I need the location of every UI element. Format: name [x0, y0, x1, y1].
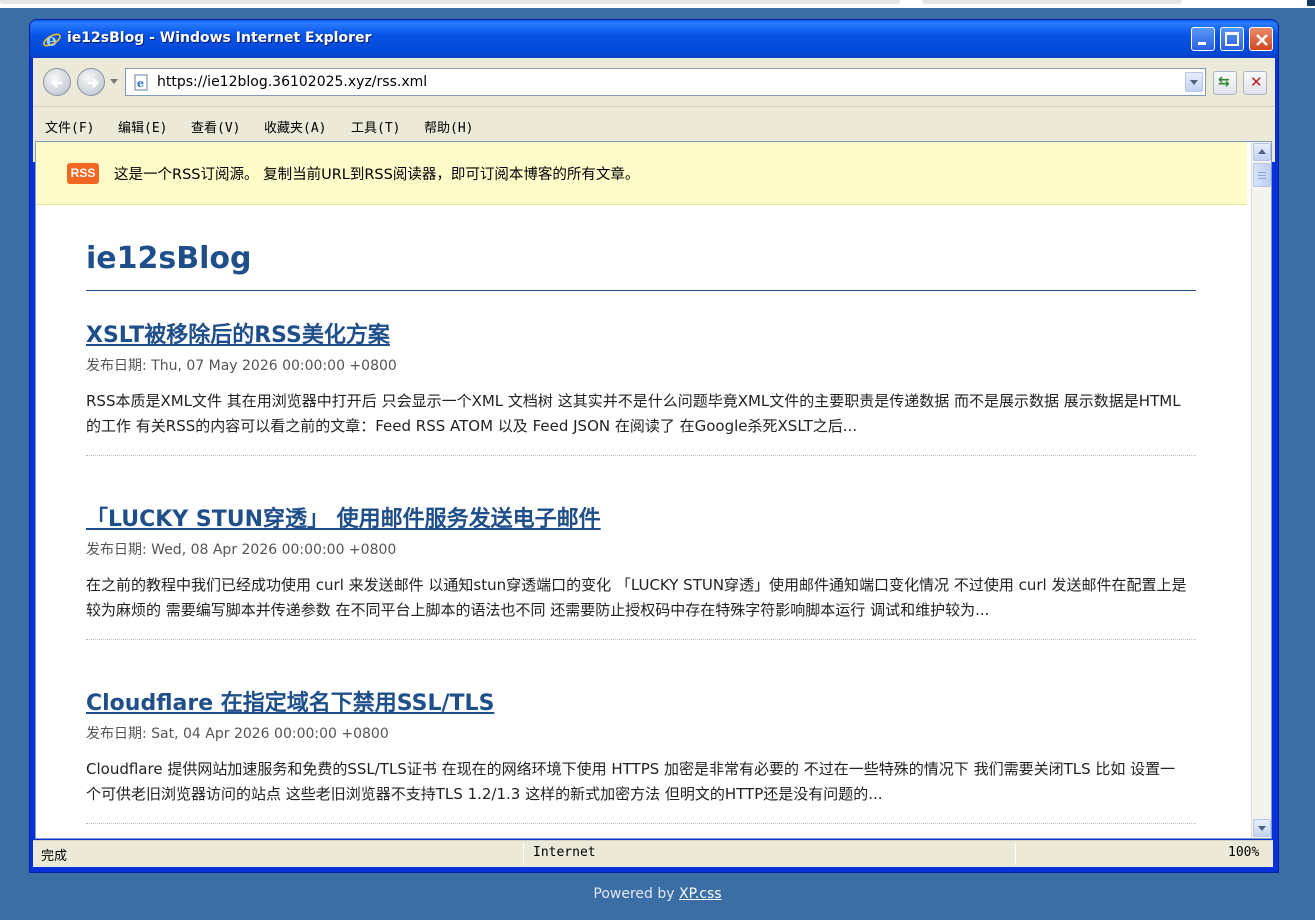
- history-dropdown-icon[interactable]: [110, 79, 118, 84]
- menu-help[interactable]: 帮助(H): [424, 117, 473, 136]
- navigation-bar: e https://ie12blog.36102025.xyz/rss.xml …: [33, 58, 1275, 107]
- post-date: 发布日期: Thu, 07 May 2026 00:00:00 +0800: [86, 358, 397, 374]
- rss-badge: RSS: [67, 163, 99, 184]
- stop-icon: ✕: [1250, 73, 1263, 91]
- close-button[interactable]: [1249, 27, 1273, 51]
- host-page-strip: [0, 0, 1315, 8]
- scroll-down-icon[interactable]: [1253, 819, 1271, 837]
- close-icon: [1256, 34, 1268, 46]
- post-divider: [86, 455, 1196, 456]
- menu-tools[interactable]: 工具(T): [351, 117, 400, 136]
- post-date: 发布日期: Sat, 04 Apr 2026 00:00:00 +0800: [86, 726, 389, 742]
- page-viewport: RSS 这是一个RSS订阅源。 复制当前URL到RSS阅读器，即可订阅本博客的所…: [35, 141, 1272, 839]
- back-button[interactable]: [43, 68, 71, 96]
- post-excerpt: Cloudflare 提供网站加速服务和免费的SSL/TLS证书 在现在的网络环…: [86, 760, 1176, 803]
- svg-text:e: e: [46, 31, 57, 50]
- post-date: 发布日期: Wed, 08 Apr 2026 00:00:00 +0800: [86, 542, 397, 558]
- post-divider: [86, 823, 1196, 824]
- title-bar[interactable]: e ie12sBlog - Windows Internet Explorer: [30, 20, 1278, 58]
- menu-edit[interactable]: 编辑(E): [118, 117, 167, 136]
- maximize-icon: [1225, 32, 1239, 46]
- menu-favorites[interactable]: 收藏夹(A): [264, 117, 326, 136]
- stop-button[interactable]: ✕: [1243, 71, 1267, 95]
- post-divider: [86, 639, 1196, 640]
- security-zone: Internet: [533, 845, 596, 860]
- status-text: 完成: [41, 849, 68, 864]
- rss-banner: RSS 这是一个RSS订阅源。 复制当前URL到RSS阅读器，即可订阅本博客的所…: [36, 142, 1247, 205]
- scroll-thumb[interactable]: [1253, 163, 1271, 187]
- page-footer: Powered by XP.css: [0, 886, 1315, 902]
- post-excerpt: RSS本质是XML文件 其在用浏览器中打开后 只会显示一个XML 文档树 这其实…: [86, 392, 1181, 435]
- host-strip-corner: [1307, 0, 1315, 6]
- host-strip-segment: [0, 0, 900, 4]
- forward-button[interactable]: [77, 68, 105, 96]
- forward-arrow-icon: [88, 78, 99, 88]
- status-bar: 完成 Internet 100%: [33, 840, 1273, 867]
- maximize-button[interactable]: [1220, 27, 1244, 51]
- post-title-link[interactable]: XSLT被移除后的RSS美化方案: [86, 317, 390, 349]
- title-divider: [86, 290, 1196, 291]
- status-divider: [523, 843, 524, 865]
- blog-title: ie12sBlog: [86, 241, 252, 276]
- menu-view[interactable]: 查看(V): [191, 117, 240, 136]
- svg-text:e: e: [137, 77, 144, 90]
- zoom-level[interactable]: 100%: [1228, 845, 1259, 860]
- address-bar[interactable]: e https://ie12blog.36102025.xyz/rss.xml: [125, 68, 1206, 96]
- post-title-link[interactable]: 「LUCKY STUN穿透」 使用邮件服务发送电子邮件: [86, 501, 601, 533]
- address-dropdown-icon[interactable]: [1185, 72, 1203, 92]
- menu-bar: 文件(F) 编辑(E) 查看(V) 收藏夹(A) 工具(T) 帮助(H): [33, 108, 1275, 144]
- status-divider: [1015, 843, 1016, 865]
- vertical-scrollbar[interactable]: [1251, 142, 1271, 838]
- refresh-button[interactable]: ⇆: [1213, 71, 1237, 95]
- post-excerpt: 在之前的教程中我们已经成功使用 curl 来发送邮件 以通知stun穿透端口的变…: [86, 576, 1187, 619]
- refresh-icon: ⇆: [1218, 74, 1230, 90]
- page-icon: e: [134, 74, 148, 91]
- menu-file[interactable]: 文件(F): [45, 117, 94, 136]
- browser-window: e ie12sBlog - Windows Internet Explorer …: [29, 19, 1279, 873]
- window-title: ie12sBlog - Windows Internet Explorer: [67, 30, 372, 46]
- minimize-button[interactable]: [1191, 27, 1215, 51]
- address-url[interactable]: https://ie12blog.36102025.xyz/rss.xml: [157, 74, 427, 90]
- back-arrow-icon: [51, 78, 62, 88]
- minimize-icon: [1198, 42, 1206, 45]
- ie-logo-icon: e: [43, 31, 61, 50]
- post-title-link[interactable]: Cloudflare 在指定域名下禁用SSL/TLS: [86, 685, 494, 717]
- scroll-up-icon[interactable]: [1253, 143, 1271, 161]
- xpcss-link[interactable]: XP.css: [679, 886, 722, 902]
- host-strip-segment: [922, 0, 1182, 4]
- footer-prefix: Powered by: [593, 886, 679, 902]
- rss-banner-message: 这是一个RSS订阅源。 复制当前URL到RSS阅读器，即可订阅本博客的所有文章。: [114, 167, 640, 183]
